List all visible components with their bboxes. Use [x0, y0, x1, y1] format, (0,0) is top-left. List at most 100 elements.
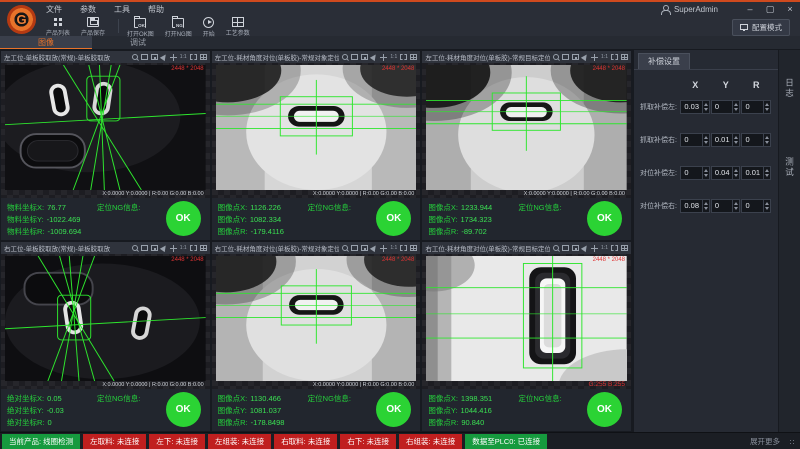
- pointer-icon[interactable]: [160, 53, 168, 61]
- spin-up-icon[interactable]: [704, 202, 708, 205]
- spin-down-icon[interactable]: [704, 108, 708, 111]
- camera-image[interactable]: 2448 * 2048 X:0.0000 Y:0.0000 | R:0.00 G…: [422, 63, 631, 198]
- one-to-one-icon[interactable]: [601, 245, 608, 251]
- image-icon[interactable]: [141, 54, 148, 60]
- grid-icon[interactable]: [410, 54, 417, 60]
- pointer-icon[interactable]: [370, 244, 378, 252]
- tool-open-ok-image[interactable]: OK 打开OK图: [127, 17, 154, 38]
- spin-up-icon[interactable]: [765, 169, 769, 172]
- pointer-icon[interactable]: [581, 244, 589, 252]
- config-mode-button[interactable]: 配置模式: [732, 19, 790, 36]
- one-to-one-icon[interactable]: [180, 54, 187, 60]
- one-to-one-icon[interactable]: [601, 54, 608, 60]
- locate-icon[interactable]: [361, 245, 368, 251]
- spin-down-icon[interactable]: [734, 174, 738, 177]
- one-to-one-icon[interactable]: [390, 245, 397, 251]
- tool-product-list[interactable]: 产品列表: [46, 17, 70, 37]
- locate-icon[interactable]: [361, 54, 368, 60]
- close-button[interactable]: ×: [780, 3, 800, 16]
- spin-up-icon[interactable]: [704, 103, 708, 106]
- tool-open-ng-image[interactable]: NG 打开NG图: [165, 17, 192, 38]
- spin-up-icon[interactable]: [734, 136, 738, 139]
- fullscreen-icon[interactable]: [611, 54, 618, 60]
- image-icon[interactable]: [351, 245, 358, 251]
- camera-image[interactable]: 2448 * 2048 X:0.0000 Y:0.0000 | R:0.00 G…: [1, 254, 210, 389]
- spin-down-icon[interactable]: [765, 174, 769, 177]
- spin-down-icon[interactable]: [765, 207, 769, 210]
- fullscreen-icon[interactable]: [400, 54, 407, 60]
- spin-down-icon[interactable]: [734, 207, 738, 210]
- image-icon[interactable]: [562, 54, 569, 60]
- camera-image[interactable]: 2448 * 2048 X:0.0000 Y:0.0000 | R:0.00 G…: [212, 254, 421, 389]
- pointer-icon[interactable]: [160, 244, 168, 252]
- fullscreen-icon[interactable]: [400, 245, 407, 251]
- align-left-x-input[interactable]: 0: [680, 166, 710, 180]
- locate-icon[interactable]: [572, 245, 579, 251]
- grid-icon[interactable]: [621, 245, 628, 251]
- compensation-tab[interactable]: 补偿设置: [638, 53, 690, 69]
- zoom-icon[interactable]: [132, 54, 138, 60]
- image-icon[interactable]: [562, 245, 569, 251]
- crosshair-icon[interactable]: [591, 54, 598, 61]
- align-left-y-input[interactable]: 0.04: [711, 166, 741, 180]
- maximize-button[interactable]: ▢: [760, 3, 780, 16]
- align-right-y-input[interactable]: 0: [711, 199, 741, 213]
- zoom-icon[interactable]: [132, 245, 138, 251]
- spin-up-icon[interactable]: [734, 202, 738, 205]
- tab-image[interactable]: 图像: [0, 36, 92, 49]
- grab-left-y-input[interactable]: 0: [711, 100, 741, 114]
- spin-up-icon[interactable]: [734, 103, 738, 106]
- fullscreen-icon[interactable]: [190, 245, 197, 251]
- pointer-icon[interactable]: [581, 53, 589, 61]
- spin-up-icon[interactable]: [765, 202, 769, 205]
- align-right-x-input[interactable]: 0.08: [680, 199, 710, 213]
- spin-up-icon[interactable]: [704, 136, 708, 139]
- align-left-r-input[interactable]: 0.01: [741, 166, 771, 180]
- spin-down-icon[interactable]: [704, 174, 708, 177]
- spin-up-icon[interactable]: [704, 169, 708, 172]
- side-tab-test[interactable]: 测试: [784, 157, 796, 178]
- camera-image[interactable]: 2448 * 2048 G:255 B:255: [422, 254, 631, 389]
- one-to-one-icon[interactable]: [390, 54, 397, 60]
- zoom-icon[interactable]: [342, 54, 348, 60]
- side-tab-log[interactable]: 日志: [784, 78, 796, 99]
- crosshair-icon[interactable]: [170, 245, 177, 252]
- menu-params[interactable]: 参数: [80, 4, 96, 15]
- locate-icon[interactable]: [572, 54, 579, 60]
- grab-left-r-input[interactable]: 0: [741, 100, 771, 114]
- grab-right-y-input[interactable]: 0.01: [711, 133, 741, 147]
- camera-image[interactable]: 2448 * 2048 X:0.0000 Y:0.0000 | R:0.00 G…: [1, 63, 210, 198]
- spin-down-icon[interactable]: [765, 108, 769, 111]
- spin-down-icon[interactable]: [704, 207, 708, 210]
- fullscreen-icon[interactable]: [190, 54, 197, 60]
- crosshair-icon[interactable]: [591, 245, 598, 252]
- locate-icon[interactable]: [151, 54, 158, 60]
- resize-grip-icon[interactable]: [788, 438, 794, 444]
- camera-image[interactable]: 2448 * 2048 X:0.0000 Y:0.0000 | R:0.00 G…: [212, 63, 421, 198]
- grid-icon[interactable]: [410, 245, 417, 251]
- zoom-icon[interactable]: [553, 245, 559, 251]
- menu-tools[interactable]: 工具: [114, 4, 130, 15]
- grab-right-x-input[interactable]: 0: [680, 133, 710, 147]
- zoom-icon[interactable]: [553, 54, 559, 60]
- tab-debug[interactable]: 调试: [92, 36, 184, 49]
- spin-up-icon[interactable]: [765, 136, 769, 139]
- spin-down-icon[interactable]: [734, 108, 738, 111]
- tool-start[interactable]: 开始: [203, 17, 215, 38]
- locate-icon[interactable]: [151, 245, 158, 251]
- image-icon[interactable]: [351, 54, 358, 60]
- image-icon[interactable]: [141, 245, 148, 251]
- user-name[interactable]: SuperAdmin: [674, 5, 718, 14]
- grid-icon[interactable]: [200, 245, 207, 251]
- one-to-one-icon[interactable]: [180, 245, 187, 251]
- zoom-icon[interactable]: [342, 245, 348, 251]
- spin-up-icon[interactable]: [734, 169, 738, 172]
- menu-file[interactable]: 文件: [46, 4, 62, 15]
- tool-process-params[interactable]: 工艺参数: [226, 17, 250, 37]
- grab-left-x-input[interactable]: 0.03: [680, 100, 710, 114]
- menu-help[interactable]: 帮助: [148, 4, 164, 15]
- crosshair-icon[interactable]: [170, 54, 177, 61]
- expand-more-button[interactable]: 展开更多: [750, 436, 780, 447]
- pointer-icon[interactable]: [370, 53, 378, 61]
- fullscreen-icon[interactable]: [611, 245, 618, 251]
